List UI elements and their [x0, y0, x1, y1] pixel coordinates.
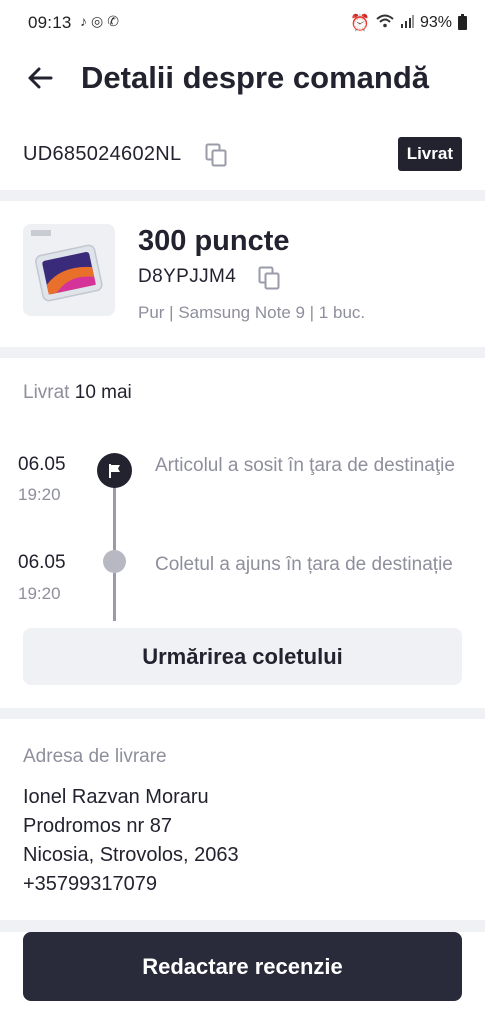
delivered-label: Livrat — [23, 382, 70, 403]
flag-icon — [108, 463, 120, 478]
copy-product-code-icon[interactable] — [258, 266, 280, 290]
status-time: 09:13 — [28, 13, 72, 32]
write-review-button[interactable]: Redactare recenzie — [23, 932, 462, 1001]
status-bar: 09:13 ♪ ◎ ✆ ⏰ 93% — [0, 0, 485, 46]
alarm-icon: ⏰ — [350, 15, 370, 32]
timeline-event-time: 19:20 — [18, 485, 61, 504]
signal-icon — [400, 14, 414, 33]
arrow-left-icon — [28, 67, 53, 89]
timeline-event-time: 19:20 — [18, 584, 61, 603]
timeline-current-dot — [97, 453, 132, 488]
section-divider — [0, 347, 485, 358]
section-divider — [0, 708, 485, 719]
timeline-event-date: 06.05 — [18, 552, 66, 573]
tiktok-icon: ♪ — [80, 13, 87, 29]
delivered-line: Livrat 10 mai — [23, 382, 132, 404]
product-meta: Pur | Samsung Note 9 | 1 buc. — [138, 303, 366, 322]
product-code: D8YPJJM4 — [138, 266, 237, 287]
timeline-event-text: Coletul a ajuns în țara de destinație — [155, 554, 453, 575]
section-divider — [0, 190, 485, 201]
product-title: 300 puncte — [138, 225, 290, 257]
track-package-button[interactable]: Urmărirea coletului — [23, 628, 462, 685]
timeline-line — [113, 573, 116, 621]
notification-icons: ♪ ◎ ✆ — [80, 13, 119, 30]
timeline-line — [113, 486, 116, 550]
address-phone: +35799317079 — [23, 873, 158, 895]
address-city: Nicosia, Strovolos, 2063 — [23, 844, 239, 866]
back-button[interactable] — [20, 58, 60, 98]
timeline-past-dot — [103, 550, 126, 573]
product-image[interactable] — [23, 224, 115, 316]
wifi-icon — [376, 14, 394, 33]
timeline-event-date: 06.05 — [18, 454, 66, 475]
app-icon: ◎ — [91, 13, 104, 29]
status-badge: Livrat — [397, 137, 462, 171]
delivered-date: 10 mai — [74, 382, 132, 403]
address-street: Prodromos nr 87 — [23, 815, 172, 837]
page-title: Detalii despre comandă — [81, 60, 430, 95]
section-divider — [0, 920, 485, 932]
phone-icon: ✆ — [107, 13, 119, 29]
address-label: Adresa de livrare — [23, 746, 167, 767]
address-name: Ionel Razvan Moraru — [23, 786, 209, 808]
battery-icon — [458, 14, 467, 30]
status-right: ⏰ 93% — [350, 13, 467, 33]
order-number: UD685024602NL — [23, 143, 182, 165]
copy-order-number-icon[interactable] — [205, 143, 227, 167]
battery-percent: 93% — [419, 14, 452, 31]
timeline-event-text: Articolul a sosit în ţara de destinaţie — [155, 455, 455, 476]
